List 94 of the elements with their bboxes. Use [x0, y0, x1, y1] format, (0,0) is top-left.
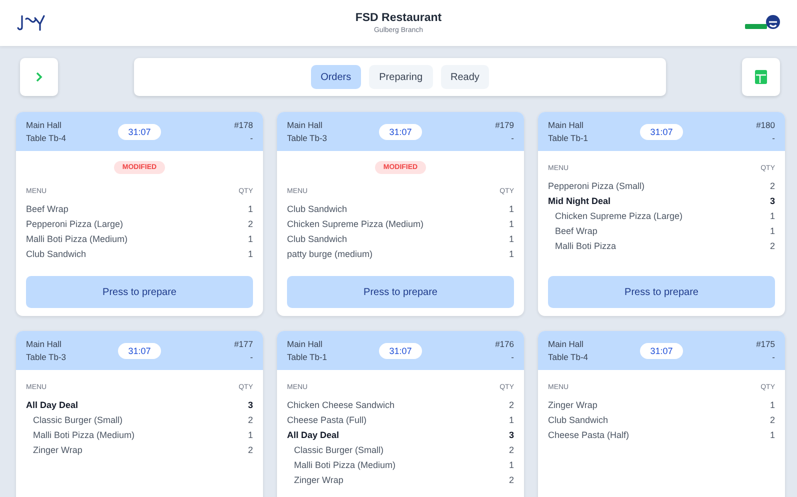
order-timer: 31:07: [379, 342, 422, 358]
deal-item-name: Zinger Wrap: [294, 474, 344, 484]
item-quantity: 2: [770, 180, 775, 190]
item-quantity: 3: [770, 196, 775, 206]
item-name: Club Sandwich: [287, 234, 348, 244]
order-note: -: [511, 134, 514, 142]
order-number: #178: [234, 120, 253, 130]
item-quantity: 2: [248, 218, 253, 228]
deal-item-name: Malli Boti Pizza: [555, 240, 616, 250]
order-note: -: [772, 352, 775, 362]
item-name: Cheese Pasta (Full): [287, 414, 367, 424]
deal-item-name: Beef Wrap: [555, 226, 598, 236]
item-name: Zinger Wrap: [548, 400, 598, 410]
deal-item-name: Classic Burger (Small): [294, 444, 384, 454]
order-timer: 31:07: [379, 124, 422, 140]
order-number: #175: [756, 340, 775, 348]
hall-name: Main Hall: [548, 120, 584, 130]
item-quantity: 2: [248, 444, 253, 454]
deal-item-name: Chicken Supreme Pizza (Large): [555, 210, 683, 220]
hall-name: Main Hall: [548, 340, 584, 348]
item-quantity: 1: [770, 210, 775, 220]
item-quantity: 1: [248, 204, 253, 214]
item-quantity: 1: [248, 430, 253, 440]
item-quantity: 1: [248, 248, 253, 258]
item-quantity: 1: [508, 460, 514, 470]
item-name: Pepperoni Pizza (Small): [548, 180, 645, 190]
table-name: Table Tb-4: [26, 134, 66, 142]
prepare-button[interactable]: Press to prepare: [548, 276, 775, 308]
prepare-button[interactable]: Press to prepare: [287, 276, 514, 308]
layout-icon: [755, 70, 767, 84]
item-quantity: 2: [508, 400, 514, 410]
chevron-right-icon: [35, 72, 43, 82]
table-name: Table Tb-1: [548, 134, 588, 142]
item-quantity: 1: [508, 414, 514, 424]
order-timer: 31:07: [118, 124, 161, 140]
item-quantity: 2: [248, 414, 253, 424]
restaurant-title: FSD Restaurant: [355, 12, 442, 24]
order-note: -: [511, 352, 514, 362]
item-name: Pepperoni Pizza (Large): [26, 218, 124, 228]
order-number: #176: [495, 340, 514, 348]
order-note: -: [250, 352, 253, 362]
item-quantity: 3: [248, 400, 253, 410]
layout-button[interactable]: [742, 58, 780, 96]
table-name: Table Tb-1: [287, 352, 328, 362]
item-quantity: 1: [508, 234, 514, 244]
item-name: Club Sandwich: [287, 204, 348, 214]
item-name: Cheese Pasta (Half): [548, 430, 630, 440]
deal-name: All Day Deal: [26, 400, 78, 410]
hall-name: Main Hall: [26, 340, 62, 348]
order-number: #177: [234, 340, 253, 348]
order-number: #180: [756, 120, 775, 130]
order-number: #179: [495, 120, 514, 130]
item-name: patty burge (medium): [287, 248, 373, 258]
item-quantity: 1: [508, 204, 514, 214]
order-note: -: [772, 134, 775, 142]
item-quantity: 1: [248, 234, 253, 244]
expand-button[interactable]: [20, 58, 58, 96]
item-quantity: 2: [508, 474, 514, 484]
item-name: Beef Wrap: [26, 204, 68, 214]
item-quantity: 2: [770, 240, 775, 250]
item-quantity: 2: [508, 444, 514, 454]
table-name: Table Tb-3: [26, 352, 66, 362]
order-timer: 31:07: [118, 342, 161, 358]
item-quantity: 1: [508, 218, 514, 228]
table-name: Table Tb-4: [548, 352, 588, 362]
hall-name: Main Hall: [287, 340, 322, 348]
item-name: Chicken Supreme Pizza (Medium): [287, 218, 424, 228]
table-name: Table Tb-3: [287, 134, 328, 142]
status-tab[interactable]: Ready: [440, 65, 490, 89]
item-quantity: 1: [770, 226, 775, 236]
item-name: Club Sandwich: [548, 414, 608, 424]
deal-name: Mid Night Deal: [548, 196, 610, 206]
hall-name: Main Hall: [26, 120, 62, 130]
item-quantity: 2: [770, 414, 775, 424]
deal-item-name: Malli Boti Pizza (Medium): [294, 460, 396, 470]
item-quantity: 1: [770, 430, 775, 440]
order-timer: 31:07: [640, 342, 683, 358]
deal-item-name: Classic Burger (Small): [33, 414, 123, 424]
item-name: Chicken Cheese Sandwich: [287, 400, 395, 410]
deal-item-name: Malli Boti Pizza (Medium): [33, 430, 135, 440]
deal-name: All Day Deal: [287, 430, 340, 440]
item-name: Malli Boti Pizza (Medium): [26, 234, 128, 244]
status-tab[interactable]: Preparing: [369, 65, 432, 89]
order-note: -: [250, 134, 253, 142]
hall-name: Main Hall: [287, 120, 322, 130]
item-quantity: 1: [770, 400, 775, 410]
prepare-button[interactable]: Press to prepare: [26, 276, 253, 308]
deal-item-name: Zinger Wrap: [33, 444, 82, 454]
item-name: Club Sandwich: [26, 248, 86, 258]
status-tab[interactable]: Orders: [310, 65, 362, 89]
item-quantity: 3: [508, 430, 514, 440]
item-quantity: 1: [508, 248, 514, 258]
logo-drawing: [16, 13, 46, 33]
order-timer: 31:07: [640, 124, 683, 140]
